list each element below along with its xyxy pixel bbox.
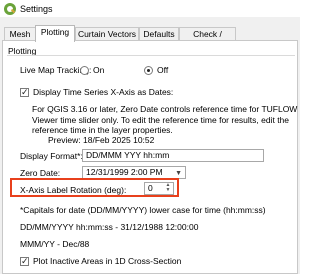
plot-inactive-checkbox[interactable]: ✓	[20, 256, 29, 266]
tab-mesh[interactable]: Mesh	[4, 27, 36, 41]
highlight-box	[10, 178, 179, 197]
zero-date-label: Zero Date:	[20, 168, 61, 178]
zero-date-note: For QGIS 3.16 or later, Zero Date contro…	[32, 104, 298, 135]
live-map-on-label: On	[93, 65, 105, 75]
live-map-off-label: Off	[157, 65, 169, 75]
settings-window: Settings Mesh Plotting Curtain Vectors D…	[0, 0, 300, 274]
checkmark-icon: ✓	[21, 256, 29, 266]
group-divider	[7, 55, 295, 56]
tab-check-debug[interactable]: Check / Debug	[179, 27, 236, 52]
tab-curtain-vectors[interactable]: Curtain Vectors	[75, 27, 139, 41]
live-map-on-radio[interactable]	[80, 66, 89, 75]
format-example-2: MMM/YY - Dec/88	[20, 239, 90, 249]
tab-defaults[interactable]: Defaults	[139, 27, 179, 41]
tab-bar: Mesh Plotting Curtain Vectors Defaults C…	[2, 25, 298, 52]
preview-label: Preview:	[48, 135, 81, 145]
display-format-label: Display Format*:	[20, 151, 83, 161]
display-format-input[interactable]: DD/MMM YYY hh:mm	[82, 149, 264, 162]
title-bar: Settings	[0, 0, 300, 18]
capitals-note: *Capitals for date (DD/MM/YYYY) lower ca…	[20, 205, 266, 215]
zero-date-value: 12/31/1999 2:00 PM	[86, 167, 163, 177]
tab-plotting[interactable]: Plotting	[35, 25, 75, 42]
window-title: Settings	[20, 4, 53, 14]
plot-inactive-label: Plot Inactive Areas in 1D Cross-Section	[33, 256, 182, 266]
qgis-logo-icon	[4, 3, 16, 15]
preview-value: 18/Feb 2025 10:52	[83, 135, 155, 145]
display-ts-label: Display Time Series X-Axis as Dates:	[33, 87, 174, 97]
checkmark-icon: ✓	[21, 87, 29, 97]
format-example-1: DD/MM/YYYY hh:mm:ss - 31/12/1988 12:00:0…	[20, 222, 199, 232]
live-map-off-radio[interactable]	[144, 66, 153, 75]
display-ts-checkbox[interactable]: ✓	[20, 87, 29, 97]
